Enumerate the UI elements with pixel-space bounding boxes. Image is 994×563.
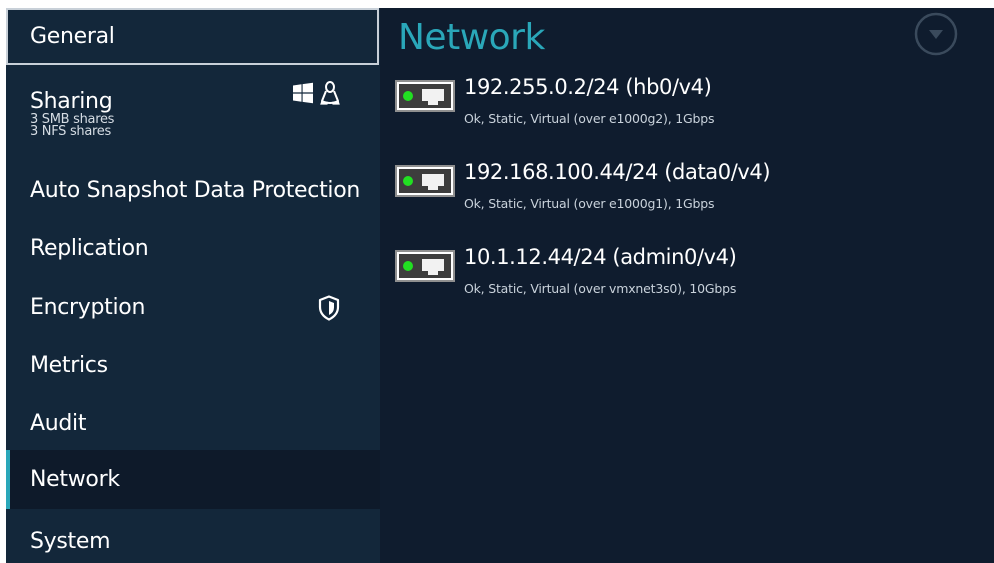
network-interface-row[interactable]: 192.255.0.2/24 (hb0/v4) Ok, Static, Virt… — [395, 72, 985, 142]
sidebar-item-label: Replication — [30, 236, 149, 261]
sidebar-item-label: Encryption — [30, 295, 146, 320]
interface-address[interactable]: 10.1.12.44/24 (admin0/v4) — [464, 244, 737, 270]
shield-icon — [318, 295, 340, 325]
status-light — [403, 91, 413, 101]
sidebar-item-audit[interactable]: Audit — [6, 401, 380, 451]
sidebar-item-label: Auto Snapshot Data Protection — [30, 178, 361, 203]
chevron-down-circle-icon — [914, 12, 958, 56]
windows-icon — [292, 82, 314, 108]
linux-icon — [320, 81, 340, 109]
sidebar-item-general[interactable]: General — [6, 8, 379, 65]
sidebar-item-metrics[interactable]: Metrics — [6, 343, 380, 393]
sidebar-item-label: General — [30, 24, 115, 49]
interface-details: Ok, Static, Virtual (over e1000g1), 1Gbp… — [464, 196, 715, 211]
network-adapter-icon — [395, 250, 455, 282]
page-title: Network — [398, 17, 545, 58]
sidebar-item-label: Audit — [30, 411, 87, 436]
sidebar: General Sharing 3 SMB shares 3 NFS share… — [6, 8, 380, 563]
sidebar-item-system[interactable]: System — [6, 518, 380, 563]
interface-address[interactable]: 192.255.0.2/24 (hb0/v4) — [464, 74, 712, 100]
sharing-protocol-icons — [292, 81, 340, 109]
network-adapter-icon — [395, 165, 455, 197]
interface-details: Ok, Static, Virtual (over e1000g2), 1Gbp… — [464, 111, 715, 126]
network-interface-row[interactable]: 192.168.100.44/24 (data0/v4) Ok, Static,… — [395, 157, 985, 227]
sidebar-item-label: System — [30, 529, 111, 554]
sidebar-item-label: Network — [30, 467, 120, 492]
sidebar-item-auto-snapshot[interactable]: Auto Snapshot Data Protection — [6, 166, 380, 216]
network-adapter-icon — [395, 80, 455, 112]
sidebar-item-network[interactable]: Network — [6, 450, 380, 509]
sidebar-item-label: Metrics — [30, 353, 108, 378]
main-content: Network 192.255.0.2/24 (hb0/v4) Ok, Stat… — [380, 8, 994, 563]
app-window: General Sharing 3 SMB shares 3 NFS share… — [6, 8, 994, 563]
nfs-share-count: 3 NFS shares — [30, 124, 111, 139]
status-light — [403, 261, 413, 271]
selected-indicator — [6, 450, 10, 509]
interface-details: Ok, Static, Virtual (over vmxnet3s0), 10… — [464, 281, 737, 296]
status-light — [403, 176, 413, 186]
sidebar-item-replication[interactable]: Replication — [6, 226, 380, 276]
collapse-button[interactable] — [914, 12, 958, 56]
network-interface-row[interactable]: 10.1.12.44/24 (admin0/v4) Ok, Static, Vi… — [395, 242, 985, 312]
sidebar-item-sharing[interactable]: Sharing 3 SMB shares 3 NFS shares — [6, 69, 380, 157]
interface-address[interactable]: 192.168.100.44/24 (data0/v4) — [464, 159, 771, 185]
sidebar-item-encryption[interactable]: Encryption — [6, 285, 380, 335]
